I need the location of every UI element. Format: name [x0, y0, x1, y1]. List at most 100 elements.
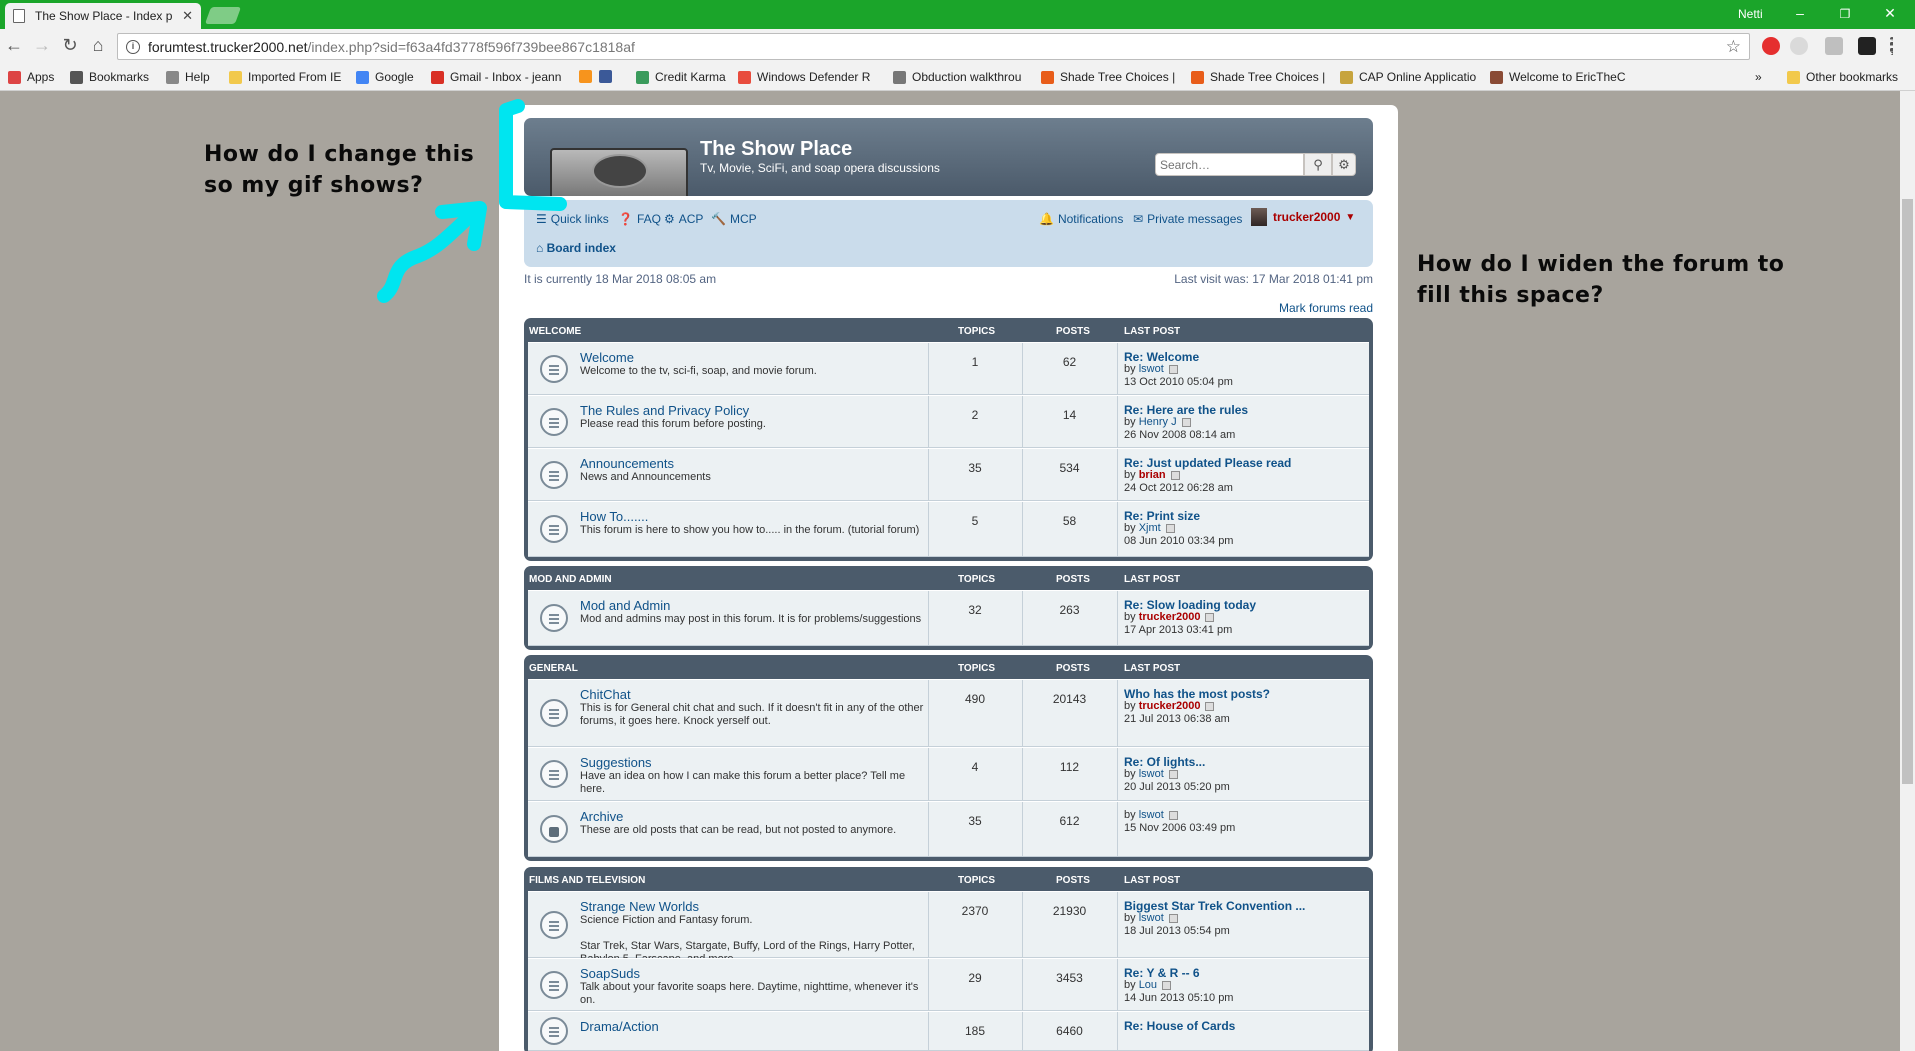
tab-close-icon[interactable]: ✕ [182, 8, 193, 24]
forum-title-link[interactable]: Announcements [580, 456, 674, 471]
advanced-search-button[interactable]: ⚙ [1332, 153, 1356, 176]
last-post-author-link[interactable]: Henry J [1139, 416, 1177, 428]
last-post-author-link[interactable]: Xjmt [1139, 522, 1161, 534]
notifications-link[interactable]: 🔔 Notifications [1039, 212, 1123, 226]
menu-icon[interactable] [1890, 37, 1894, 55]
amazon-extension-icon[interactable] [1858, 37, 1876, 55]
adblock-extension-icon[interactable] [1762, 37, 1780, 55]
category-name[interactable]: FILMS AND TELEVISION [529, 875, 645, 886]
category-name[interactable]: WELCOME [529, 326, 581, 337]
bookmark-item[interactable] [599, 70, 618, 83]
bookmark-item[interactable]: Apps [8, 70, 54, 84]
bookmark-item[interactable]: Gmail - Inbox - jeann [431, 70, 561, 84]
faq-link[interactable]: ❓ FAQ [618, 212, 661, 226]
private-messages-link[interactable]: ✉ Private messages [1133, 212, 1242, 226]
view-latest-post-icon[interactable] [1170, 470, 1180, 480]
bookmark-item[interactable]: Bookmarks [70, 70, 149, 84]
forum-title-link[interactable]: Mod and Admin [580, 598, 670, 613]
browser-tab[interactable]: The Show Place - Index p ✕ [5, 3, 201, 29]
last-post-title-link[interactable]: Re: Of lights... [1124, 755, 1205, 769]
search-button[interactable]: ⚲ [1304, 153, 1332, 176]
mark-forums-read-link[interactable]: Mark forums read [1279, 301, 1373, 315]
view-latest-post-icon[interactable] [1205, 612, 1215, 622]
breadcrumb-board-index[interactable]: ⌂ Board index [536, 241, 616, 255]
scrollbar-thumb[interactable] [1902, 199, 1913, 784]
page-scrollbar[interactable] [1900, 91, 1915, 1051]
profile-name[interactable]: Netti [1738, 7, 1763, 21]
view-latest-post-icon[interactable] [1168, 810, 1178, 820]
bookmark-item[interactable]: CAP Online Applicatio [1340, 70, 1476, 84]
home-icon[interactable]: ⌂ [86, 35, 110, 56]
view-latest-post-icon[interactable] [1205, 701, 1215, 711]
last-post-author-link[interactable]: trucker2000 [1139, 611, 1201, 623]
view-latest-post-icon[interactable] [1168, 769, 1178, 779]
bookmark-item[interactable]: Windows Defender R [738, 70, 870, 84]
site-info-icon[interactable]: i [126, 39, 140, 54]
last-post-title-link[interactable]: Re: Print size [1124, 509, 1200, 523]
view-latest-post-icon[interactable] [1181, 417, 1191, 427]
minimize-icon[interactable]: – [1790, 5, 1810, 21]
last-post-author-link[interactable]: trucker2000 [1139, 700, 1201, 712]
bookmark-item[interactable]: Credit Karma [636, 70, 726, 84]
address-bar[interactable]: i forumtest.trucker2000.net /index.php?s… [117, 33, 1750, 60]
reload-icon[interactable]: ↻ [58, 35, 82, 56]
last-post-title-link[interactable]: Re: Welcome [1124, 350, 1199, 364]
extension-icon[interactable] [1790, 37, 1808, 55]
forum-title-link[interactable]: Suggestions [580, 755, 652, 770]
last-post-author-link[interactable]: lswot [1139, 912, 1164, 924]
bookmark-item[interactable]: Obduction walkthrou [893, 70, 1021, 84]
last-post-author-link[interactable]: brian [1139, 469, 1166, 481]
last-post-title-link[interactable]: Who has the most posts? [1124, 687, 1270, 701]
forum-read-icon [540, 515, 568, 543]
bookmark-item[interactable]: Help [166, 70, 210, 84]
extension-icon[interactable] [1825, 37, 1843, 55]
last-post-author-link[interactable]: lswot [1139, 768, 1164, 780]
last-post-title-link[interactable]: Re: Y & R -- 6 [1124, 966, 1200, 980]
bookmark-item[interactable]: Shade Tree Choices | [1041, 70, 1175, 84]
last-post-title-link[interactable]: Re: Here are the rules [1124, 403, 1248, 417]
bookmark-item[interactable]: Shade Tree Choices | [1191, 70, 1325, 84]
last-post-title-link[interactable]: Biggest Star Trek Convention ... [1124, 899, 1305, 913]
last-post-author-link[interactable]: lswot [1139, 363, 1164, 375]
bookmark-item[interactable]: Welcome to EricTheC [1490, 70, 1625, 84]
other-bookmarks[interactable]: Other bookmarks [1787, 70, 1898, 84]
close-window-icon[interactable]: ✕ [1880, 5, 1900, 22]
site-logo[interactable] [550, 148, 688, 196]
forum-title-link[interactable]: ChitChat [580, 687, 631, 702]
user-menu[interactable]: trucker2000 ▼ [1251, 208, 1355, 226]
last-post-title-link[interactable]: Re: House of Cards [1124, 1019, 1235, 1033]
site-title[interactable]: The Show Place [700, 138, 852, 161]
forum-title-link[interactable]: The Rules and Privacy Policy [580, 403, 749, 418]
column-divider [1022, 802, 1023, 856]
forward-icon[interactable]: → [30, 35, 54, 56]
forum-title-link[interactable]: How To....... [580, 509, 648, 524]
last-post-author-link[interactable]: Lou [1139, 979, 1157, 991]
category-name[interactable]: GENERAL [529, 663, 578, 674]
forum-title-link[interactable]: Strange New Worlds [580, 899, 699, 914]
acp-link[interactable]: ⚙ ACP [664, 212, 703, 226]
bookmark-item[interactable] [579, 70, 598, 83]
last-post-title-link[interactable]: Re: Just updated Please read [1124, 456, 1291, 470]
bookmark-item[interactable]: Imported From IE [229, 70, 341, 84]
new-tab-button[interactable] [204, 7, 242, 24]
last-post-title-link[interactable]: Re: Slow loading today [1124, 598, 1256, 612]
last-post-author-link[interactable]: lswot [1139, 809, 1164, 821]
column-divider [1117, 959, 1118, 1010]
forum-title-link[interactable]: Archive [580, 809, 623, 824]
bookmark-item[interactable]: Google [356, 70, 414, 84]
bookmarks-overflow-icon[interactable]: » [1755, 70, 1762, 84]
search-input[interactable] [1155, 153, 1304, 176]
view-latest-post-icon[interactable] [1165, 523, 1175, 533]
view-latest-post-icon[interactable] [1168, 364, 1178, 374]
bookmark-star-icon[interactable]: ☆ [1726, 37, 1741, 57]
back-icon[interactable]: ← [2, 35, 26, 56]
view-latest-post-icon[interactable] [1162, 980, 1172, 990]
mcp-link[interactable]: 🔨 MCP [711, 212, 757, 226]
quick-links-link[interactable]: ☰ Quick links [536, 212, 609, 226]
view-latest-post-icon[interactable] [1168, 913, 1178, 923]
forum-title-link[interactable]: Drama/Action [580, 1019, 659, 1034]
forum-title-link[interactable]: Welcome [580, 350, 634, 365]
forum-title-link[interactable]: SoapSuds [580, 966, 640, 981]
restore-icon[interactable]: ❐ [1835, 7, 1855, 21]
category-name[interactable]: MOD AND ADMIN [529, 574, 612, 585]
